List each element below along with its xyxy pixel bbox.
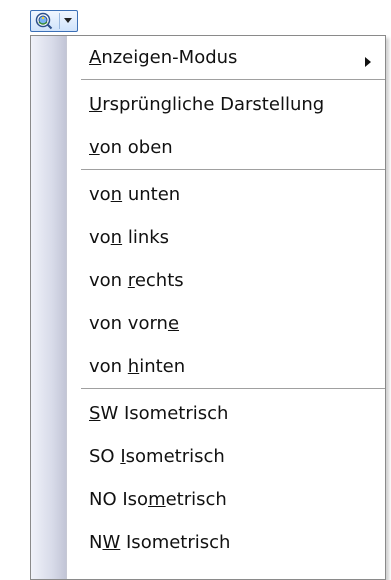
menu-item-label: von vorne [89, 313, 180, 334]
app-root: Anzeigen-Modus Ursprüngliche Darstellung… [0, 0, 391, 580]
menu-item-label: von oben [89, 137, 173, 158]
menu-item-label: SW Isometrisch [89, 403, 229, 424]
menu-item-urspruengliche-darstellung[interactable]: Ursprüngliche Darstellung [67, 83, 385, 126]
menu-item-label: von hinten [89, 356, 186, 377]
menu-item-label: von rechts [89, 270, 184, 291]
menu-item-label: NO Isometrisch [89, 489, 227, 510]
menu-item-label: Ursprüngliche Darstellung [89, 94, 325, 115]
chevron-down-icon[interactable] [62, 11, 74, 31]
menu-icon-gutter [31, 36, 67, 579]
view-orientation-split-button[interactable] [30, 10, 78, 32]
menu-item-label: von unten [89, 184, 181, 205]
menu-item-no-isometrisch[interactable]: NO Isometrisch [67, 478, 385, 521]
view-orientation-icon[interactable] [31, 11, 57, 31]
menu-items: Anzeigen-Modus Ursprüngliche Darstellung… [67, 36, 385, 579]
menu-item-nw-isometrisch[interactable]: NW Isometrisch [67, 521, 385, 564]
view-orientation-menu: Anzeigen-Modus Ursprüngliche Darstellung… [30, 35, 386, 580]
menu-item-so-isometrisch[interactable]: SO Isometrisch [67, 435, 385, 478]
menu-item-label: von links [89, 227, 170, 248]
menu-item-von-links[interactable]: von links [67, 216, 385, 259]
chevron-right-icon [363, 52, 373, 67]
menu-item-label: Anzeigen-Modus [89, 47, 238, 68]
menu-item-von-vorne[interactable]: von vorne [67, 302, 385, 345]
menu-item-von-unten[interactable]: von unten [67, 173, 385, 216]
menu-item-label: NW Isometrisch [89, 532, 231, 553]
menu-item-von-rechts[interactable]: von rechts [67, 259, 385, 302]
menu-item-anzeigen-modus[interactable]: Anzeigen-Modus [67, 36, 385, 79]
menu-item-label: SO Isometrisch [89, 446, 225, 467]
menu-item-von-oben[interactable]: von oben [67, 126, 385, 169]
split-divider [59, 13, 60, 29]
menu-item-von-hinten[interactable]: von hinten [67, 345, 385, 388]
menu-item-sw-isometrisch[interactable]: SW Isometrisch [67, 392, 385, 435]
